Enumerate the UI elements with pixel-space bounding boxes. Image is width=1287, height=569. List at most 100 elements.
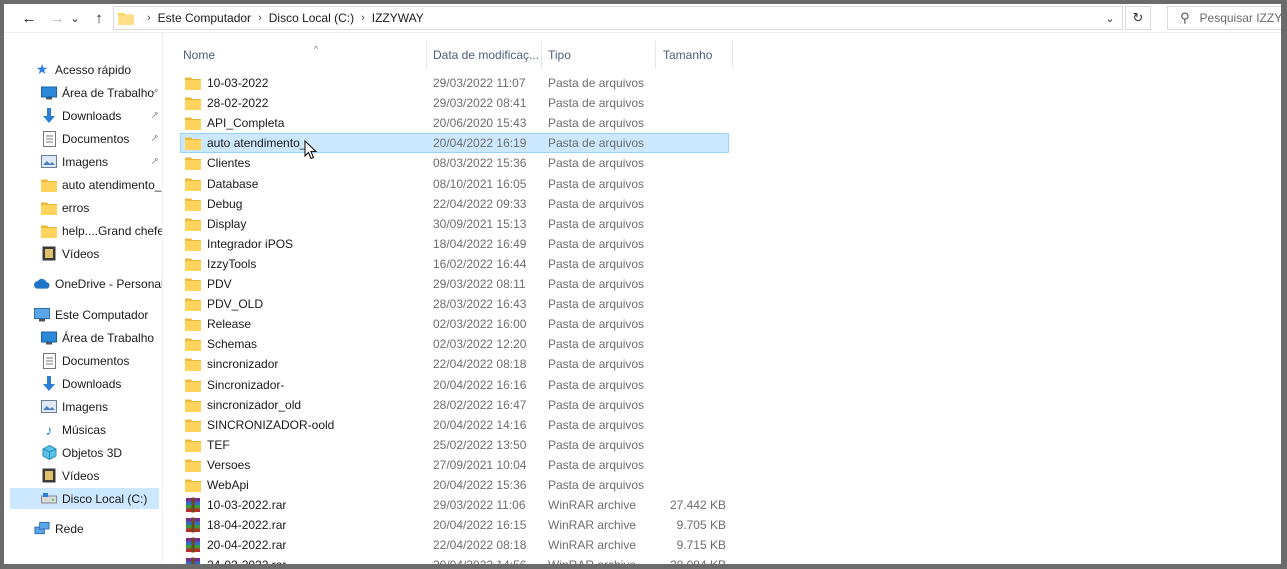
nav-this-pc[interactable]: Este Computador (34, 304, 148, 325)
file-name-cell: PDV_OLD (185, 294, 425, 314)
file-name: Clientes (207, 156, 251, 171)
cloud-icon (34, 276, 50, 292)
file-row[interactable]: Versoes 27/09/2021 10:04 Pasta de arquivos (180, 455, 729, 475)
column-separator[interactable] (732, 41, 733, 69)
nav-pc-item[interactable]: Imagens (41, 396, 108, 417)
file-row[interactable]: SINCRONIZADOR-oold 20/04/2022 14:16 Pasta … (180, 415, 729, 435)
back-button[interactable]: ← (18, 7, 40, 29)
nav-pc-item[interactable]: ♪ Músicas (41, 419, 107, 440)
file-name: API_Completa (207, 116, 285, 131)
nav-quick-item[interactable]: Área de Trabalho ⊸ (41, 82, 162, 103)
refresh-button[interactable]: ↻ (1125, 6, 1151, 30)
file-row[interactable]: Sincronizador- 20/04/2022 16:16 Pasta de a… (180, 375, 729, 395)
nav-quick-item[interactable]: erros (41, 197, 89, 218)
search-input[interactable]: ⚲ Pesquisar IZZYWAY (1167, 6, 1281, 30)
pin-icon[interactable]: ⊸ (148, 155, 162, 169)
folder-icon (185, 318, 201, 332)
file-row[interactable]: Schemas 02/03/2022 12:20 Pasta de arquivos (180, 334, 729, 354)
nav-quick-item[interactable]: Imagens ⊸ (41, 151, 162, 172)
recent-locations-button[interactable]: ⌄ (68, 7, 82, 29)
file-row[interactable]: Release 02/03/2022 16:00 Pasta de arquivos (180, 314, 729, 334)
file-row[interactable]: TEF 25/02/2022 13:50 Pasta de arquivos (180, 435, 729, 455)
file-row[interactable]: Clientes 08/03/2022 15:36 Pasta de arquivo… (180, 153, 729, 173)
breadcrumb-disco-local[interactable]: Disco Local (C:) (269, 11, 354, 25)
column-separator[interactable] (541, 41, 542, 69)
file-row[interactable]: Integrador iPOS 18/04/2022 16:49 Pasta de … (180, 234, 729, 254)
file-row[interactable]: auto atendimento_ 20/04/2022 16:19 Pasta d… (180, 133, 729, 154)
chevron-right-icon[interactable]: › (258, 12, 262, 24)
column-separator[interactable] (655, 41, 656, 69)
folder-icon (185, 97, 201, 111)
nav-quick-item[interactable]: Vídeos (41, 243, 99, 264)
file-name-cell: SINCRONIZADOR-oold (185, 415, 425, 435)
folder-icon (41, 223, 57, 239)
column-type-label: Tipo (548, 48, 571, 62)
search-placeholder: Pesquisar IZZYWAY (1199, 11, 1281, 25)
file-row[interactable]: Debug 22/04/2022 09:33 Pasta de arquivos (180, 194, 729, 214)
breadcrumb-izzyway[interactable]: IZZYWAY (372, 11, 424, 25)
file-row[interactable]: 20-04-2022.rar 22/04/2022 08:18 WinRAR arc… (180, 535, 729, 555)
nav-quick-item[interactable]: Downloads ⊸ (41, 105, 162, 126)
nav-item-label: Disco Local (C:) (62, 491, 148, 506)
file-name-cell: Integrador iPOS (185, 234, 425, 254)
file-name-cell: PDV (185, 274, 425, 294)
address-history-dropdown[interactable]: ⌄ (1102, 9, 1118, 27)
file-date: 16/02/2022 16:44 (433, 256, 527, 271)
file-date: 29/03/2022 08:41 (433, 96, 527, 111)
file-row[interactable]: API_Completa 20/06/2020 15:43 Pasta de arq… (180, 113, 729, 133)
file-row[interactable]: 18-04-2022.rar 20/04/2022 16:15 WinRAR arc… (180, 515, 729, 535)
winrar-archive-icon (186, 497, 200, 513)
scrollbar-track[interactable] (1275, 33, 1281, 564)
file-row[interactable]: 10-03-2022 29/03/2022 11:07 Pasta de arqui… (180, 73, 729, 93)
folder-icon (185, 338, 201, 352)
nav-pc-item[interactable]: Disco Local (C:) (10, 488, 159, 509)
nav-quick-access[interactable]: ★ Acesso rápido (34, 59, 131, 80)
file-size (660, 375, 726, 395)
chevron-right-icon[interactable]: › (361, 12, 365, 24)
file-row[interactable]: 24-02-2022.rar 20/04/2022 14:56WinRAR arc… (180, 555, 729, 564)
file-row[interactable]: PDV 29/03/2022 08:11 Pasta de arquivos (180, 274, 729, 294)
file-row[interactable]: 10-03-2022.rar 29/03/2022 11:06 WinRAR arc… (180, 495, 729, 515)
file-row[interactable]: 28-02-2022 29/03/2022 08:41 Pasta de arqui… (180, 93, 729, 113)
address-bar[interactable]: › Este Computador › Disco Local (C:) › I… (113, 6, 1123, 30)
column-header-type[interactable]: Tipo (548, 41, 648, 69)
column-header-date[interactable]: Data de modificaç... (433, 41, 543, 69)
nav-pc-item[interactable]: Área de Trabalho (41, 327, 154, 348)
folder-icon (185, 379, 201, 392)
nav-pc-item[interactable]: Documentos (41, 350, 129, 371)
file-row[interactable]: sincronizador 22/04/2022 08:18 Pasta de ar… (180, 354, 729, 374)
nav-pc-item[interactable]: Downloads (41, 373, 121, 394)
pin-icon[interactable]: ⊸ (148, 132, 162, 146)
nav-pc-item[interactable]: Vídeos (41, 465, 99, 486)
winrar-archive-icon (186, 537, 200, 553)
desktop-icon (41, 330, 57, 346)
file-name: WebApi (207, 478, 249, 492)
file-date: 20/04/2022 16:19 (433, 136, 527, 151)
nav-pc-item[interactable]: Objetos 3D (41, 442, 122, 463)
up-button[interactable]: ↑ (88, 7, 110, 29)
folder-icon (185, 278, 201, 291)
file-name: PDV_OLD (207, 297, 264, 312)
column-header-size[interactable]: Tamanho (663, 41, 733, 69)
file-date: 08/10/2021 16:05 (433, 176, 527, 191)
file-row[interactable]: Display 30/09/2021 15:13 Pasta de arquivos (180, 214, 729, 234)
pin-icon[interactable]: ⊸ (148, 109, 162, 123)
file-row[interactable]: sincronizador_old 28/02/2022 16:47 Pasta d… (180, 395, 729, 415)
file-date: 28/03/2022 16:43 (433, 297, 527, 312)
file-row[interactable]: IzzyTools 16/02/2022 16:44 Pasta de arquiv… (180, 254, 729, 274)
file-size (660, 294, 726, 314)
column-separator[interactable] (426, 41, 427, 69)
nav-quick-item[interactable]: help....Grand chefe (41, 220, 162, 241)
nav-quick-item[interactable]: Documentos ⊸ (41, 128, 162, 149)
breadcrumb-este-computador[interactable]: Este Computador (158, 11, 251, 25)
nav-network[interactable]: Rede (34, 518, 84, 539)
file-row[interactable]: WebApi 20/04/2022 15:36 Pasta de arquivos (180, 475, 729, 495)
file-date: 20/04/2022 16:15 (433, 518, 527, 533)
file-row[interactable]: PDV_OLD 28/03/2022 16:43 Pasta de arquivos (180, 294, 729, 314)
forward-button[interactable]: → (46, 7, 68, 29)
file-row[interactable]: Database 08/10/2021 16:05 Pasta de arquivo… (180, 174, 729, 194)
file-type: Pasta de arquivos (548, 216, 645, 231)
column-header-name[interactable]: Nome ^ (183, 41, 423, 69)
nav-quick-item[interactable]: auto atendimento_ (41, 174, 161, 195)
nav-onedrive[interactable]: OneDrive - Personal (34, 273, 162, 294)
